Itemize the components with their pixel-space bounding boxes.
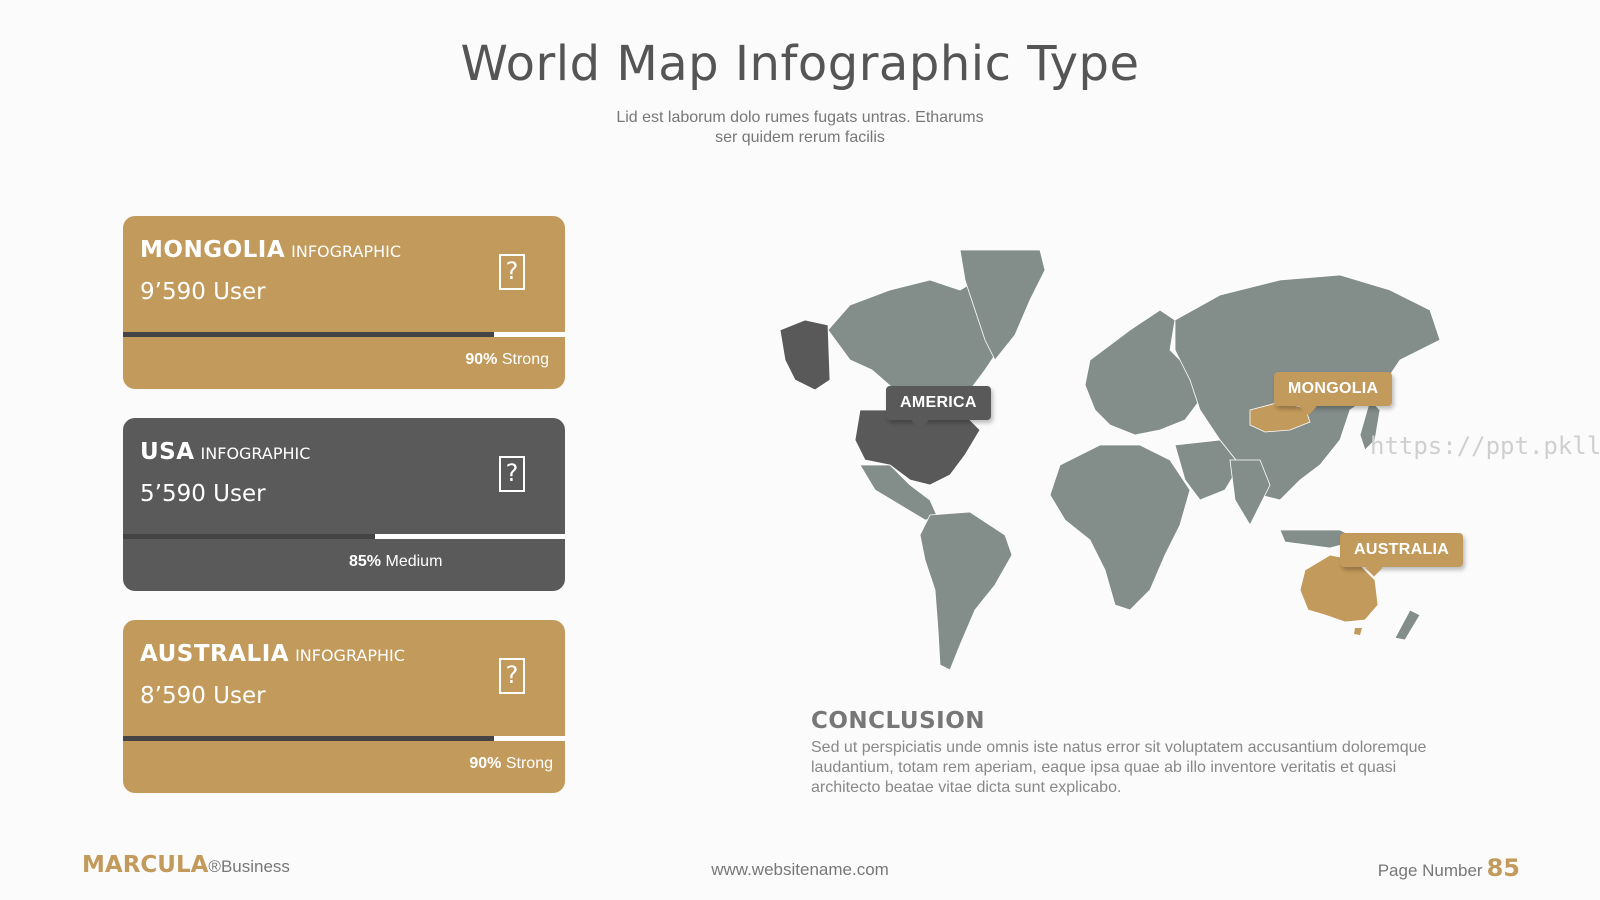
card-kind: INFOGRAPHIC — [200, 444, 311, 463]
page-subtitle: Lid est laborum dolo rumes fugats untras… — [560, 108, 1040, 148]
conclusion-text: Sed ut perspiciatis unde omnis iste natu… — [811, 739, 1427, 796]
new-zealand-shape — [1394, 609, 1421, 641]
card-usa: USA INFOGRAPHIC 5’590 User ? 85% Medium — [123, 418, 565, 591]
card-users: 5’590 User — [140, 481, 266, 507]
india-shape — [1229, 459, 1271, 526]
card-strength: 85% Medium — [349, 553, 443, 570]
progress-track — [123, 332, 565, 337]
page-title: World Map Infographic Type — [460, 36, 1140, 92]
question-icon: ? — [499, 658, 525, 694]
card-strength: 90% Strong — [469, 755, 553, 772]
card-country: MONGOLIA INFOGRAPHIC — [140, 237, 402, 263]
card-mongolia: MONGOLIA INFOGRAPHIC 9’590 User ? 90% Str… — [123, 216, 565, 389]
card-header: USA INFOGRAPHIC 5’590 User ? — [123, 418, 565, 534]
card-footer: 90% Strong — [123, 745, 565, 793]
card-percent: 90% — [465, 351, 498, 368]
footer-website: www.websitename.com — [711, 860, 889, 879]
progress-fill — [123, 332, 495, 337]
page-number: Page Number 85 — [1377, 854, 1520, 882]
subtitle-line-2: ser quidem rerum facilis — [715, 129, 885, 146]
tasmania-shape — [1354, 628, 1362, 635]
card-footer: 90% Strong — [123, 341, 565, 389]
world-map: AMERICA MONGOLIA AUSTRALIA — [780, 250, 1464, 680]
watermark: https://ppt.pkll.de — [1370, 432, 1600, 460]
card-country: AUSTRALIA INFOGRAPHIC — [140, 641, 405, 667]
progress-fill — [123, 534, 375, 539]
map-label-america: AMERICA — [886, 386, 991, 430]
map-label-mongolia: MONGOLIA — [1274, 372, 1393, 416]
page-number-value: 85 — [1486, 854, 1520, 882]
alaska-shape — [780, 319, 831, 391]
card-kind: INFOGRAPHIC — [295, 646, 405, 665]
card-header: MONGOLIA INFOGRAPHIC 9’590 User ? — [123, 216, 565, 332]
card-header: AUSTRALIA INFOGRAPHIC 8’590 User ? — [123, 620, 565, 736]
card-percent: 85% — [349, 553, 382, 570]
card-australia: AUSTRALIA INFOGRAPHIC 8’590 User ? 90% St… — [123, 620, 565, 793]
progress-fill — [123, 736, 495, 741]
question-icon: ? — [499, 456, 525, 492]
conclusion-title: CONCLUSION — [811, 708, 985, 734]
progress-track — [123, 736, 565, 741]
card-users: 8’590 User — [140, 683, 266, 709]
card-percent: 90% — [469, 755, 502, 772]
card-users: 9’590 User — [140, 279, 266, 305]
south-america-shape — [919, 511, 1013, 671]
africa-shape — [1049, 444, 1191, 611]
world-map-graphic — [780, 250, 1441, 671]
card-strength: 90% Strong — [465, 351, 549, 368]
card-kind: INFOGRAPHIC — [291, 242, 402, 261]
map-label-australia: AUSTRALIA — [1340, 533, 1464, 577]
subtitle-line-1: Lid est laborum dolo rumes fugats untras… — [616, 109, 984, 126]
question-icon: ? — [499, 254, 525, 290]
card-footer: 85% Medium — [123, 543, 565, 591]
card-country: USA INFOGRAPHIC — [140, 439, 311, 465]
progress-track — [123, 534, 565, 539]
